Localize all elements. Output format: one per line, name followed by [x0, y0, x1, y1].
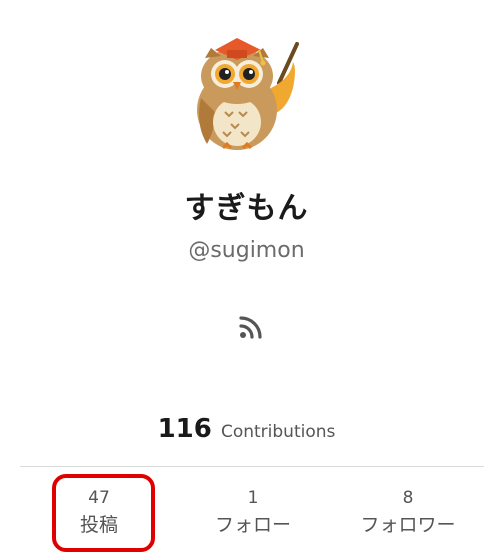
stat-posts-count: 47	[88, 488, 110, 508]
stats-row: 47 投稿 1 フォロー 8 フォロワー	[0, 486, 493, 546]
stat-followers-count: 8	[402, 488, 414, 508]
stat-following-label: フォロー	[214, 514, 291, 536]
user-handle: @sugimon	[188, 238, 305, 263]
stat-posts-label: 投稿	[79, 514, 118, 536]
display-name: すぎもん	[184, 191, 309, 226]
contributions-summary: 116 Contributions	[0, 414, 493, 444]
stat-following-count: 1	[247, 488, 259, 508]
divider	[20, 466, 484, 467]
owl-teacher-icon	[197, 38, 299, 150]
stat-posts[interactable]: 47 投稿	[29, 486, 169, 540]
rss-icon[interactable]	[238, 314, 264, 340]
profile-card: すぎもん @sugimon 116 Contributions 47 投稿 1 …	[0, 0, 493, 559]
stat-following[interactable]: 1 フォロー	[183, 486, 323, 540]
stat-followers-label: フォロワー	[360, 514, 456, 536]
contributions-label: Contributions	[220, 422, 336, 442]
stat-followers[interactable]: 8 フォロワー	[338, 486, 478, 540]
contributions-count: 116	[157, 414, 212, 444]
